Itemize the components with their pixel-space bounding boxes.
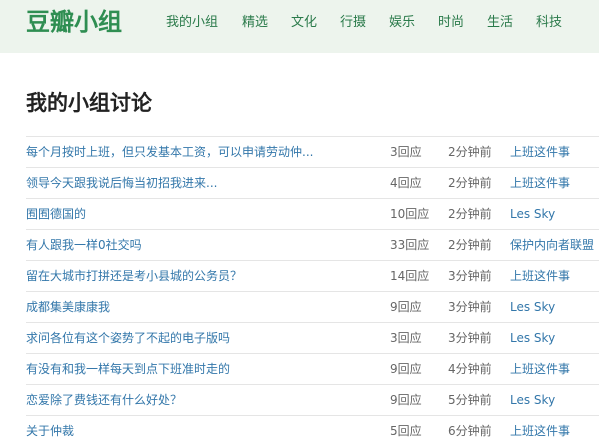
reply-count: 33回应 <box>390 238 430 252</box>
group-link[interactable]: 保护内向者联盟 <box>510 237 594 253</box>
topic-row: 每个月按时上班，但只发基本工资，可以申请劳动仲... 3回应 2分钟前 上班这件… <box>26 136 599 167</box>
topic-row: 关于仲裁 5回应 6分钟前 上班这件事 <box>26 415 599 446</box>
reply-count: 10回应 <box>390 207 430 221</box>
group-link[interactable]: 上班这件事 <box>510 361 570 377</box>
topic-title-link[interactable]: 有没有和我一样每天到点下班准时走的 <box>26 361 230 377</box>
nav-travel-photo[interactable]: 行摄 <box>340 14 366 32</box>
topic-title-link[interactable]: 求问各位有这个姿势了不起的电子版吗 <box>26 330 230 346</box>
reply-count: 3回应 <box>390 145 422 159</box>
post-time: 2分钟前 <box>448 176 492 190</box>
topic-row: 领导今天跟我说后悔当初招我进来... 4回应 2分钟前 上班这件事 <box>26 167 599 198</box>
nav-fashion[interactable]: 时尚 <box>438 14 464 32</box>
topic-title-link[interactable]: 恋爱除了费钱还有什么好处？ <box>26 392 182 408</box>
topic-row: 求问各位有这个姿势了不起的电子版吗 3回应 3分钟前 Les Sky <box>26 322 599 353</box>
group-link[interactable]: 上班这件事 <box>510 144 570 160</box>
nav-culture[interactable]: 文化 <box>291 14 317 32</box>
topic-title-link[interactable]: 留在大城市打拼还是考小县城的公务员？ <box>26 268 242 284</box>
nav-tech[interactable]: 科技 <box>536 14 562 32</box>
topic-row: 囿囿德国的 10回应 2分钟前 Les Sky <box>26 198 599 229</box>
nav-life[interactable]: 生活 <box>487 14 513 32</box>
post-time: 2分钟前 <box>448 238 492 252</box>
topic-title-link[interactable]: 领导今天跟我说后悔当初招我进来... <box>26 175 217 191</box>
topic-title-link[interactable]: 成都集美康康我 <box>26 299 110 315</box>
reply-count: 9回应 <box>390 393 422 407</box>
topic-row: 留在大城市打拼还是考小县城的公务员？ 14回应 3分钟前 上班这件事 <box>26 260 599 291</box>
reply-count: 4回应 <box>390 176 422 190</box>
nav-featured[interactable]: 精选 <box>242 14 268 32</box>
post-time: 2分钟前 <box>448 207 492 221</box>
post-time: 2分钟前 <box>448 145 492 159</box>
group-link[interactable]: 上班这件事 <box>510 268 570 284</box>
post-time: 3分钟前 <box>448 300 492 314</box>
post-time: 4分钟前 <box>448 362 492 376</box>
page-title: 我的小组讨论 <box>26 91 152 115</box>
reply-count: 14回应 <box>390 269 430 283</box>
topic-title-link[interactable]: 有人跟我一样0社交吗 <box>26 237 142 253</box>
topic-row: 有人跟我一样0社交吗 33回应 2分钟前 保护内向者联盟 <box>26 229 599 260</box>
topic-row: 成都集美康康我 9回应 3分钟前 Les Sky <box>26 291 599 322</box>
nav-my-groups[interactable]: 我的小组 <box>166 14 218 32</box>
topic-row: 恋爱除了费钱还有什么好处？ 9回应 5分钟前 Les Sky <box>26 384 599 415</box>
top-header: 豆瓣小组 我的小组 精选 文化 行摄 娱乐 时尚 生活 科技 <box>0 0 599 53</box>
post-time: 3分钟前 <box>448 331 492 345</box>
group-link[interactable]: Les Sky <box>510 299 555 315</box>
reply-count: 3回应 <box>390 331 422 345</box>
nav-entertainment[interactable]: 娱乐 <box>389 14 415 32</box>
douban-group-logo[interactable]: 豆瓣小组 <box>26 6 122 38</box>
topic-title-link[interactable]: 囿囿德国的 <box>26 206 86 222</box>
group-link[interactable]: 上班这件事 <box>510 175 570 191</box>
group-link[interactable]: Les Sky <box>510 330 555 346</box>
post-time: 5分钟前 <box>448 393 492 407</box>
reply-count: 9回应 <box>390 300 422 314</box>
topic-row: 有没有和我一样每天到点下班准时走的 9回应 4分钟前 上班这件事 <box>26 353 599 384</box>
group-link[interactable]: Les Sky <box>510 206 555 222</box>
reply-count: 9回应 <box>390 362 422 376</box>
post-time: 3分钟前 <box>448 269 492 283</box>
topic-title-link[interactable]: 每个月按时上班，但只发基本工资，可以申请劳动仲... <box>26 144 313 160</box>
group-link[interactable]: Les Sky <box>510 392 555 408</box>
